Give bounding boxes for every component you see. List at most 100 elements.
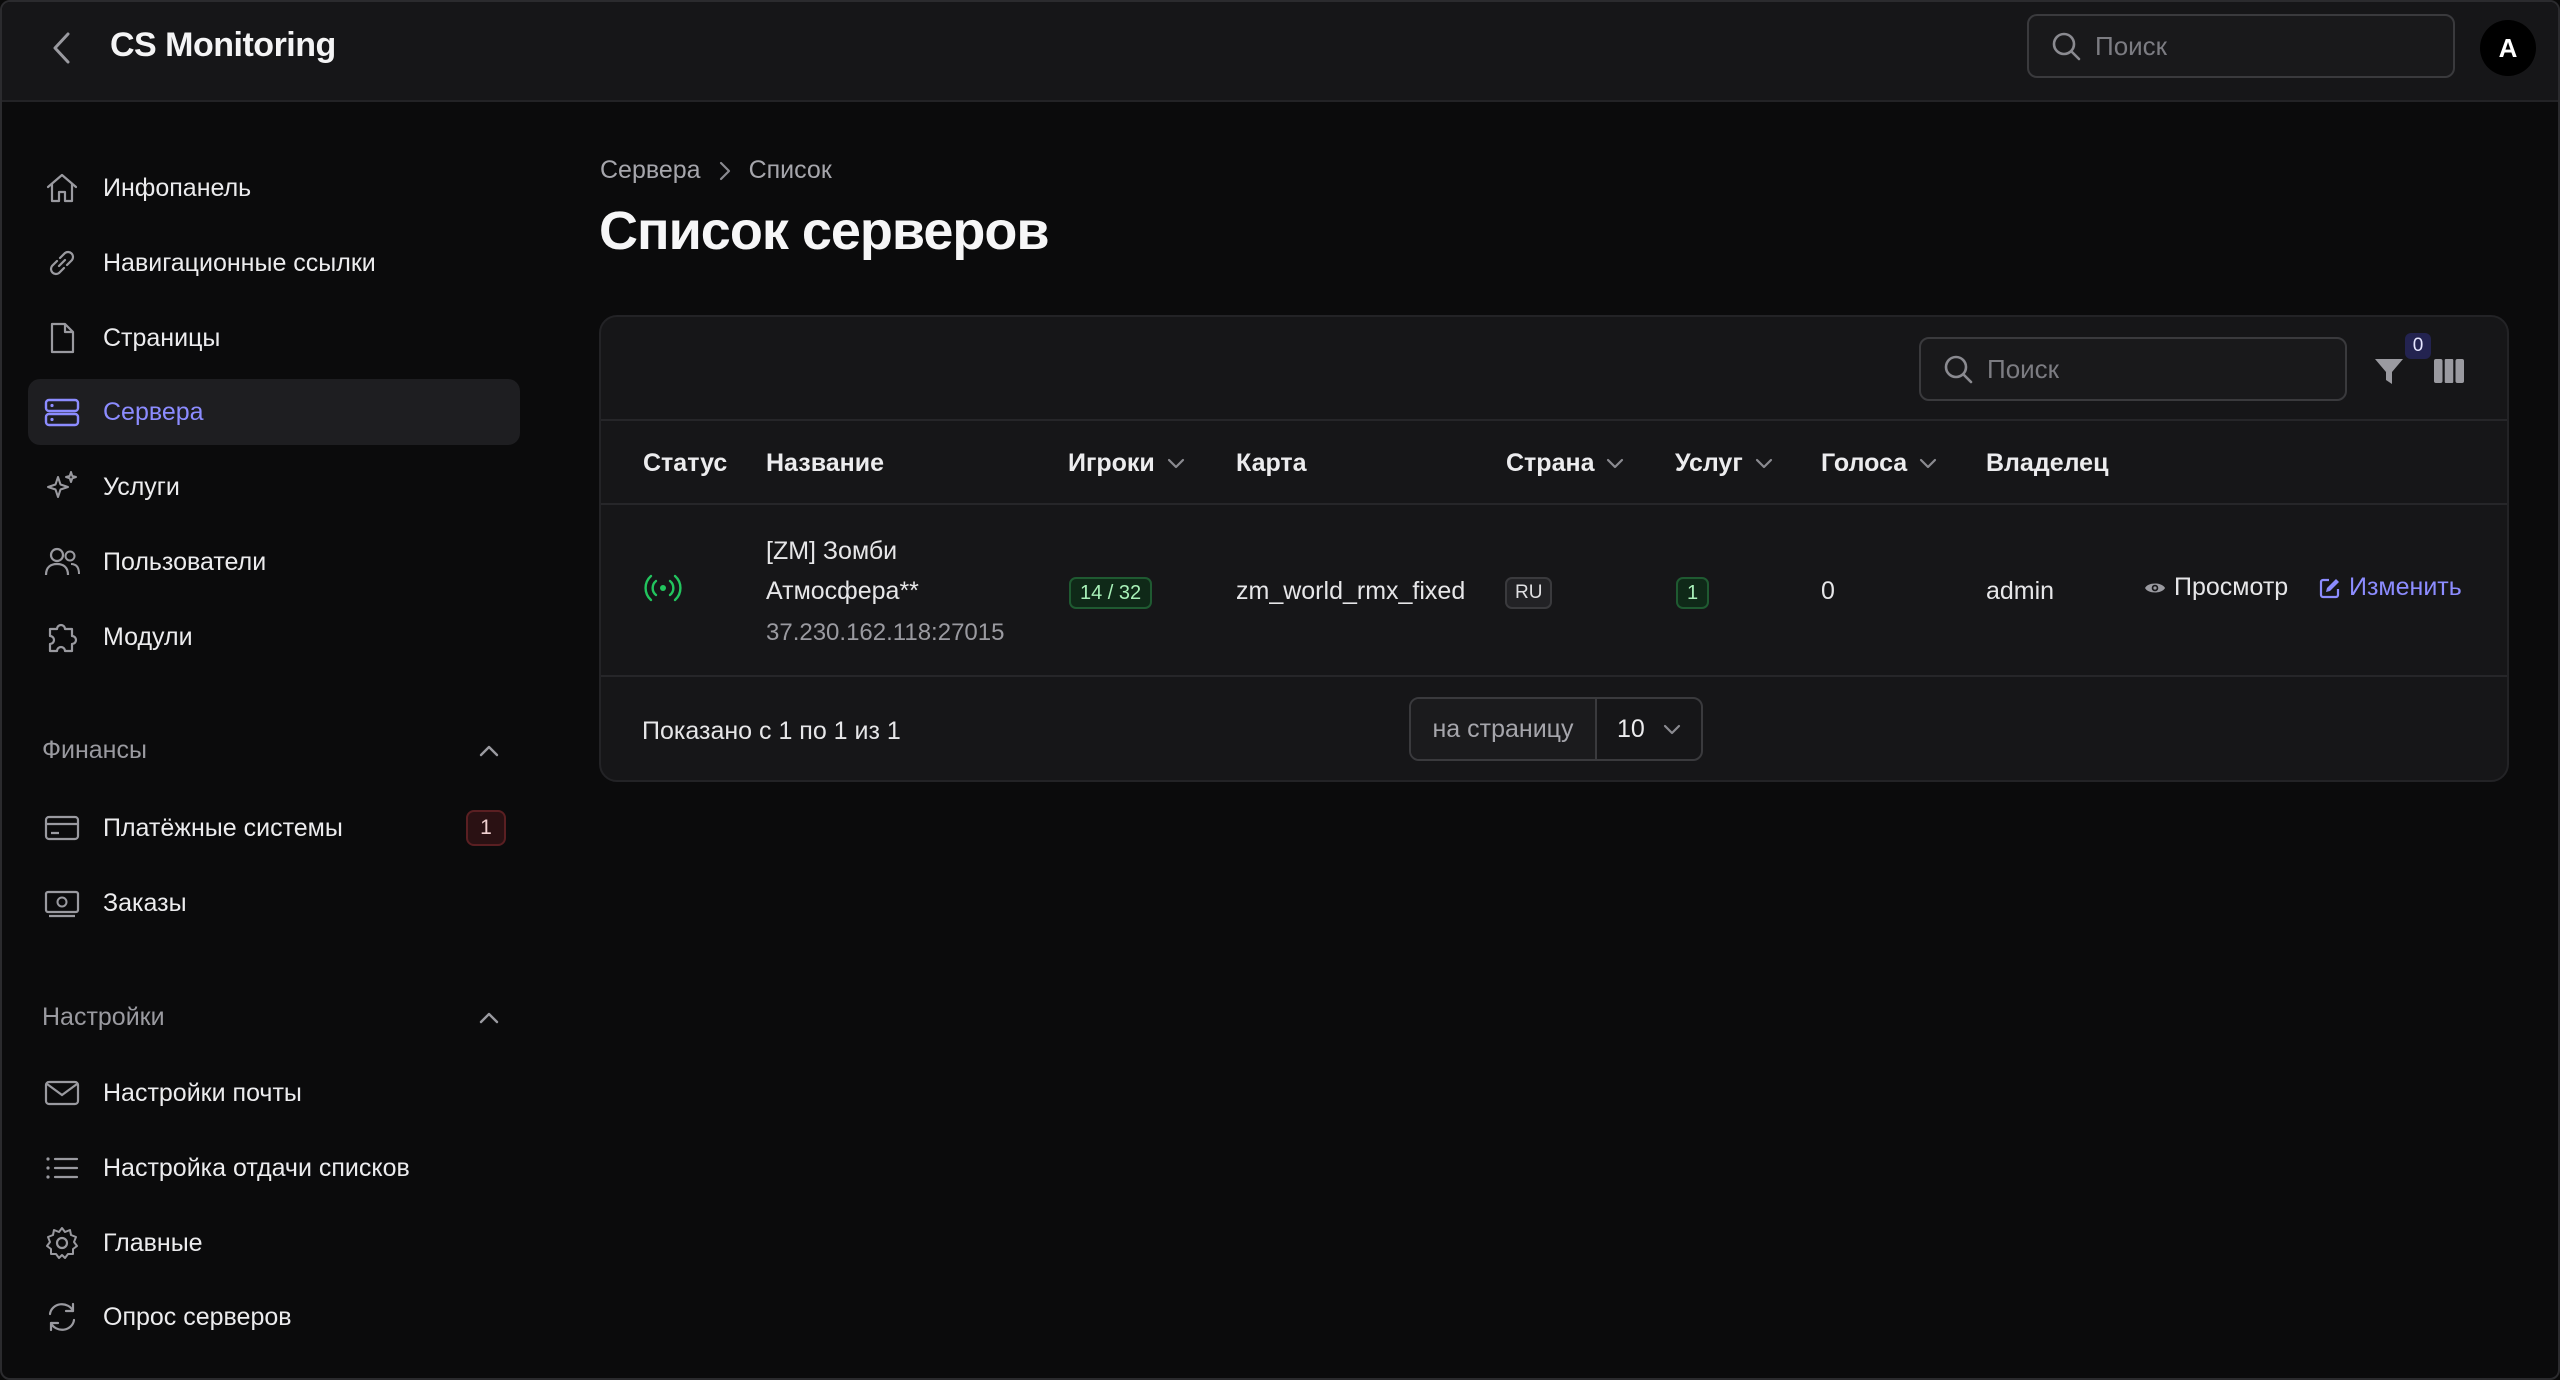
app-window: CS Monitoring A Инфопанель Навигационные… [0, 0, 2560, 1380]
sidebar: Инфопанель Навигационные ссылки Страницы… [2, 102, 542, 1378]
sidebar-item-general[interactable]: Главные [28, 1210, 520, 1276]
sidebar-item-pages[interactable]: Страницы [28, 305, 520, 371]
columns-toggle-button[interactable] [2431, 353, 2467, 389]
sidebar-item-label: Страницы [103, 323, 221, 352]
chevron-down-icon[interactable] [1606, 458, 1624, 469]
search-icon [2052, 32, 2081, 61]
users-icon [42, 542, 82, 582]
sidebar-item-dashboard[interactable]: Инфопанель [28, 155, 520, 221]
sidebar-item-label: Платёжные системы [103, 813, 343, 842]
credit-card-icon [42, 808, 82, 848]
sidebar-item-label: Главные [103, 1228, 203, 1257]
signal-icon [643, 573, 683, 610]
view-columns-icon [2434, 359, 2464, 383]
column-header-label: Название [766, 448, 885, 477]
finance-section-title: Финансы [42, 736, 147, 764]
column-status: Статус [643, 421, 727, 505]
sidebar-item-label: Заказы [103, 888, 187, 917]
filter-button[interactable] [2371, 353, 2407, 389]
sidebar-item-label: Настройки почты [103, 1078, 302, 1107]
back-button[interactable] [42, 28, 82, 68]
settings-collapse-toggle[interactable] [474, 1003, 504, 1033]
app-title: CS Monitoring [110, 26, 336, 64]
global-search[interactable] [2027, 14, 2455, 78]
filter-count-badge: 0 [2405, 333, 2431, 359]
server-icon [42, 392, 82, 432]
pagination-summary: Показано с 1 по 1 из 1 [642, 717, 901, 745]
per-page-select[interactable]: 10 [1597, 699, 1701, 759]
view-action-label: Просмотр [2174, 573, 2289, 601]
server-map: zm_world_rmx_fixed [1236, 577, 1466, 605]
sidebar-item-label: Инфопанель [103, 173, 252, 202]
edit-action[interactable]: Изменить [2319, 573, 2462, 602]
sidebar-item-list-output[interactable]: Настройка отдачи списков [28, 1135, 520, 1201]
table-row: [ZM] Зомби Атмосфера** 37.230.162.118:27… [601, 505, 2507, 677]
server-owner: admin [1986, 577, 2055, 605]
link-icon [42, 243, 82, 283]
chevron-up-icon [479, 1012, 499, 1024]
sidebar-item-label: Услуги [103, 472, 180, 501]
sidebar-item-modules[interactable]: Модули [28, 604, 520, 670]
chevron-down-icon [1663, 724, 1681, 735]
players-badge: 14 / 32 [1069, 577, 1153, 609]
chevron-down-icon[interactable] [1919, 458, 1937, 469]
column-services[interactable]: Услуг [1675, 421, 1773, 505]
settings-section-title: Настройки [42, 1003, 165, 1031]
breadcrumb-servers-link[interactable]: Сервера [600, 156, 701, 185]
refresh-icon [42, 1297, 82, 1337]
breadcrumb: Сервера Список [600, 156, 832, 185]
finance-collapse-toggle[interactable] [474, 736, 504, 766]
chevron-left-icon [53, 32, 70, 64]
column-header-label: Услуг [1675, 448, 1743, 477]
sidebar-item-nav-links[interactable]: Навигационные ссылки [28, 230, 520, 296]
top-bar: CS Monitoring A [2, 2, 2558, 102]
payment-systems-count-badge: 1 [466, 810, 506, 846]
column-country[interactable]: Страна [1506, 421, 1624, 505]
column-votes[interactable]: Голоса [1821, 421, 1937, 505]
column-header-label: Голоса [1821, 448, 1908, 477]
user-avatar[interactable]: A [2480, 20, 2536, 76]
view-action[interactable]: Просмотр [2144, 573, 2288, 602]
filter-icon [2375, 359, 2403, 384]
eye-icon [2145, 583, 2165, 592]
per-page-value: 10 [1617, 714, 1645, 743]
column-header-label: Владелец [1986, 448, 2109, 477]
column-players[interactable]: Игроки [1068, 421, 1185, 505]
document-icon [42, 318, 82, 358]
sidebar-item-users[interactable]: Пользователи [28, 529, 520, 595]
sidebar-item-mail-settings[interactable]: Настройки почты [28, 1060, 520, 1126]
puzzle-icon [42, 617, 82, 657]
table-toolbar: 0 [601, 317, 2507, 421]
global-search-input[interactable] [2095, 30, 2435, 62]
table-search-input[interactable] [1987, 353, 2327, 385]
column-owner: Владелец [1986, 421, 2108, 505]
country-badge: RU [1505, 577, 1553, 609]
pencil-square-icon [2319, 578, 2340, 598]
sidebar-item-payment-systems[interactable]: Платёжные системы 1 [28, 795, 520, 861]
chevron-down-icon[interactable] [1755, 458, 1773, 469]
column-name: Название [766, 421, 884, 505]
column-header-label: Карта [1236, 448, 1307, 477]
sidebar-item-orders[interactable]: Заказы [28, 870, 520, 936]
column-header-label: Статус [643, 448, 728, 477]
envelope-icon [42, 1073, 82, 1113]
server-address: 37.230.162.118:27015 [766, 619, 1005, 646]
sidebar-item-label: Навигационные ссылки [103, 248, 376, 277]
breadcrumb-current: Список [748, 156, 832, 184]
sidebar-item-services[interactable]: Услуги [28, 454, 520, 520]
table-search[interactable] [1919, 337, 2347, 401]
column-header-label: Страна [1506, 448, 1595, 477]
chevron-right-icon [719, 161, 731, 181]
chevron-down-icon[interactable] [1167, 458, 1185, 469]
list-icon [42, 1148, 82, 1188]
home-icon [42, 168, 82, 208]
sparkles-icon [42, 467, 82, 507]
sidebar-item-label: Настройка отдачи списков [103, 1153, 410, 1182]
table-footer: Показано с 1 по 1 из 1 на страницу 10 [601, 677, 2507, 780]
sidebar-item-server-polling[interactable]: Опрос серверов [28, 1284, 520, 1350]
sidebar-item-servers[interactable]: Сервера [28, 379, 520, 445]
sidebar-item-label: Сервера [103, 397, 204, 426]
page-title: Список серверов [599, 201, 1050, 261]
sidebar-item-label: Пользователи [103, 547, 267, 576]
column-header-label: Игроки [1068, 448, 1155, 477]
